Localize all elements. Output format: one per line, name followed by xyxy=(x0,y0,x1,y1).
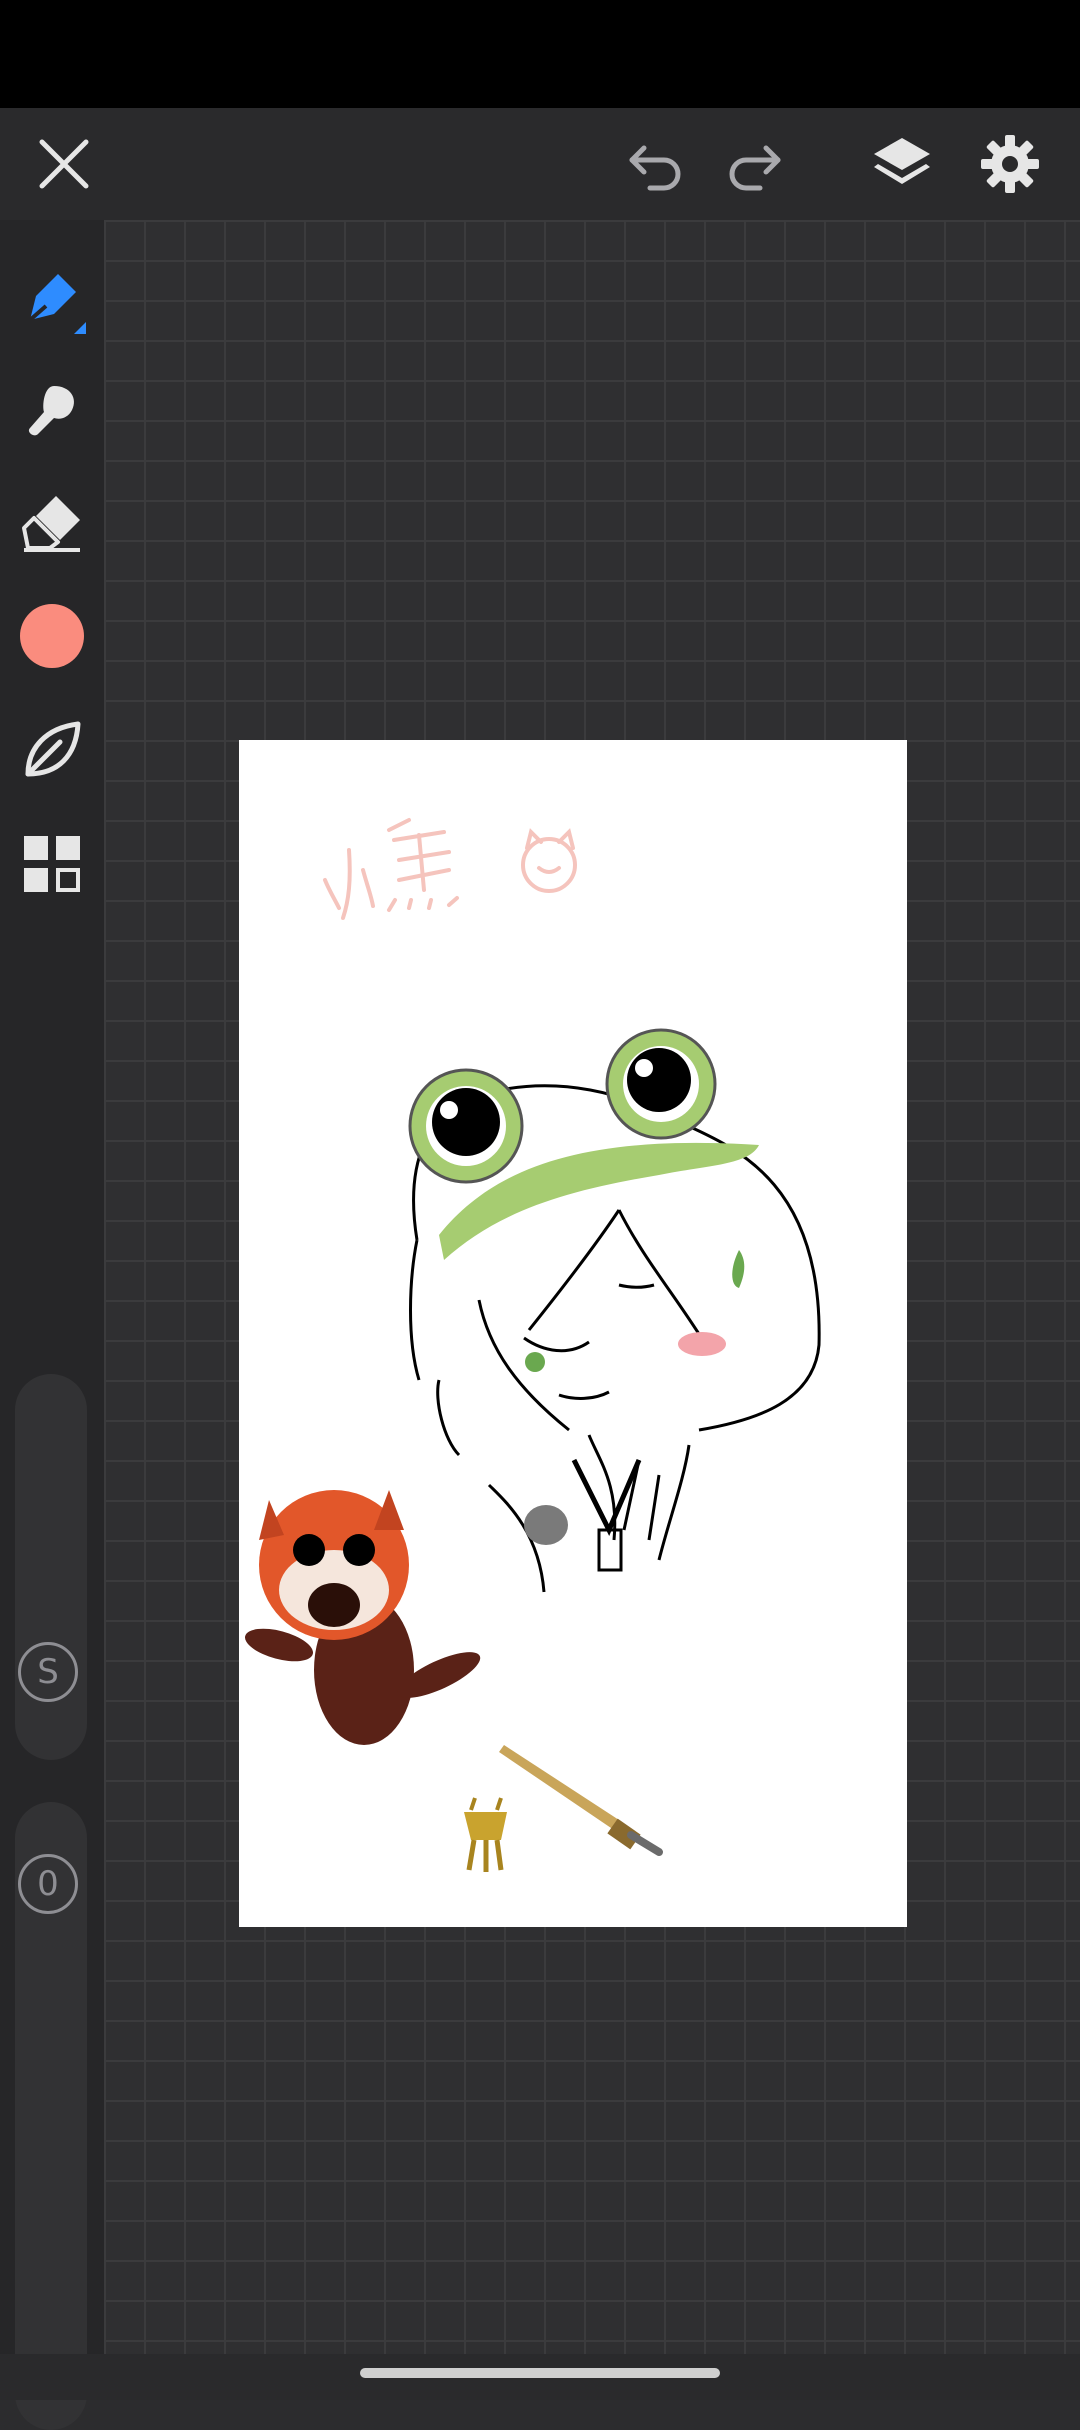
smudge-icon xyxy=(28,386,74,436)
redo-icon xyxy=(729,145,781,191)
close-icon xyxy=(39,139,89,189)
gear-icon xyxy=(981,135,1039,193)
tool-options-indicator xyxy=(74,322,86,334)
color-swatch xyxy=(20,604,84,668)
lanyard xyxy=(571,1458,642,1536)
redo-button[interactable] xyxy=(718,128,790,200)
undo-icon xyxy=(629,145,681,191)
grid-icon xyxy=(24,836,80,892)
close-button[interactable] xyxy=(28,128,100,200)
status-bar xyxy=(0,0,1080,108)
top-toolbar xyxy=(0,108,1080,220)
pen-icon xyxy=(28,274,76,322)
brush-size-slider[interactable]: S xyxy=(15,1374,87,1760)
eraser-icon xyxy=(22,496,80,552)
red-panda-sticker xyxy=(244,1490,481,1745)
tool-sidebar: S 0 xyxy=(0,220,104,2430)
bronze-vessel-sticker xyxy=(464,1797,507,1872)
home-indicator[interactable] xyxy=(360,2368,720,2378)
frog-eye-left xyxy=(408,1068,524,1184)
eraser-tool-button[interactable] xyxy=(16,486,88,558)
smudge-tool-button[interactable] xyxy=(16,374,88,446)
frog-eye-right xyxy=(605,1028,717,1140)
sword-sticker xyxy=(499,1745,663,1856)
opacity-label: 0 xyxy=(37,1864,59,1904)
drawing-canvas[interactable] xyxy=(239,740,907,1927)
opacity-badge: 0 xyxy=(18,1854,78,1914)
brush-library-button[interactable] xyxy=(16,714,88,786)
more-tools-button[interactable] xyxy=(16,828,88,900)
size-label: S xyxy=(37,1652,59,1692)
layers-button[interactable] xyxy=(866,128,938,200)
settings-button[interactable] xyxy=(974,128,1046,200)
blush xyxy=(678,1332,726,1356)
opacity-slider[interactable]: 0 xyxy=(15,1802,87,2430)
undo-button[interactable] xyxy=(620,128,692,200)
layers-icon xyxy=(874,138,930,184)
size-badge: S xyxy=(18,1642,78,1702)
leaf-icon xyxy=(25,721,81,777)
artwork xyxy=(244,818,821,1872)
signature-sketch xyxy=(323,818,577,920)
color-button[interactable] xyxy=(16,600,88,672)
